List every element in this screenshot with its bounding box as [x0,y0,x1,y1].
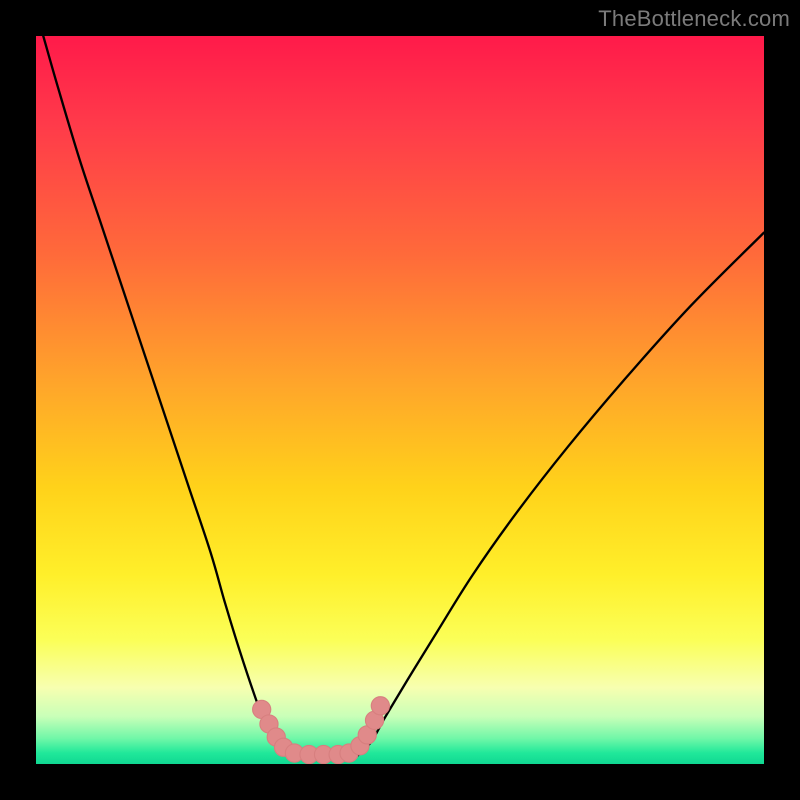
bottleneck-marker [371,697,389,715]
frame: TheBottleneck.com [0,0,800,800]
watermark-text: TheBottleneck.com [598,6,790,32]
curve-left [43,36,291,757]
curve-right [356,233,764,757]
chart-curves [36,36,764,764]
plot-area [36,36,764,764]
bottleneck-markers [253,697,390,764]
